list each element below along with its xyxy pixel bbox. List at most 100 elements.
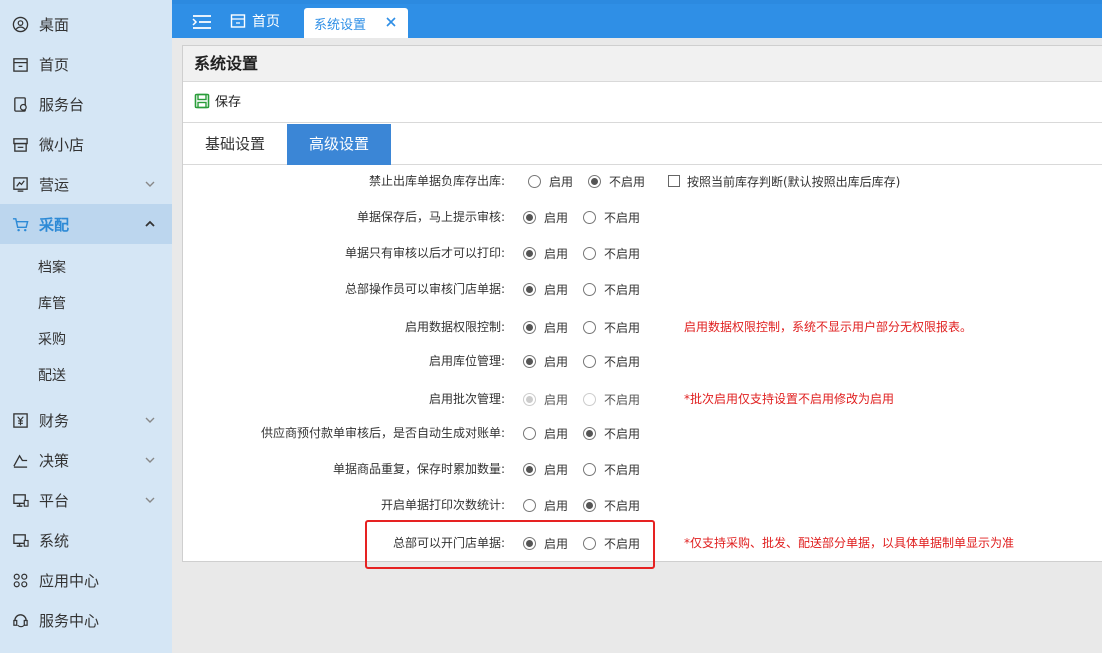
- setting-label: 单据商品重复，保存时累加数量:: [332, 462, 505, 476]
- app-center-icon: [11, 571, 29, 589]
- tab-advanced-settings[interactable]: 高级设置: [287, 124, 391, 165]
- sidebar: 桌面 首页 服务台 微小店 营运 采配 档案 库管 采购 配送 财务 决策 平台…: [0, 0, 172, 653]
- setting-row: 启用库位管理: 启用 不启用: [183, 343, 1102, 379]
- option-label: 不启用: [604, 498, 641, 513]
- chevron-down-icon: [145, 417, 155, 423]
- radio-enable: 启用: [523, 381, 568, 417]
- sidebar-item-service-desk[interactable]: 服务台: [0, 84, 172, 124]
- page-title: 系统设置: [183, 46, 1102, 82]
- radio-enable[interactable]: 启用: [523, 487, 568, 523]
- sidebar-item-system[interactable]: 系统: [0, 520, 172, 560]
- sidebar-item-platform[interactable]: 平台: [0, 480, 172, 520]
- radio-disable[interactable]: 不启用: [588, 163, 645, 199]
- radio-disable[interactable]: 不启用: [583, 451, 640, 487]
- radio-enable[interactable]: 启用: [523, 235, 568, 271]
- radio-disable[interactable]: 不启用: [583, 343, 640, 379]
- tab-basic-settings[interactable]: 基础设置: [183, 124, 287, 165]
- setting-row: 单据保存后，马上提示审核: 启用 不启用: [183, 199, 1102, 235]
- stock-check-checkbox[interactable]: 按照当前库存判断(默认按照出库后库存): [668, 163, 900, 199]
- tab-bar: 首页 系统设置: [172, 4, 1102, 38]
- sidebar-item-operations[interactable]: 营运: [0, 164, 172, 204]
- radio-disable[interactable]: 不启用: [583, 309, 640, 345]
- sidebar-item-desktop[interactable]: 桌面: [0, 4, 172, 44]
- setting-row: 单据商品重复，保存时累加数量: 启用 不启用: [183, 451, 1102, 487]
- tab-home-label: 首页: [252, 14, 280, 30]
- tab-label: 系统设置: [314, 17, 367, 33]
- radio-circle: [583, 210, 596, 224]
- radio-enable[interactable]: 启用: [523, 451, 568, 487]
- sidebar-subitem-archive[interactable]: 档案: [38, 250, 66, 286]
- save-button[interactable]: 保存: [194, 91, 241, 110]
- tab-home[interactable]: 首页: [230, 4, 280, 38]
- close-icon[interactable]: [384, 15, 398, 29]
- radio-disable: 不启用: [583, 381, 640, 417]
- sidebar-item-home[interactable]: 首页: [0, 44, 172, 84]
- chevron-down-icon: [145, 497, 155, 503]
- setting-row: 禁止出库单据负库存出库: 启用 不启用 按照当前库存判断(默认按照出库后库存): [183, 163, 1102, 199]
- menu-toggle-icon[interactable]: [192, 14, 212, 30]
- sidebar-subitem-delivery[interactable]: 配送: [38, 358, 66, 394]
- radio-circle: [523, 320, 536, 334]
- radio-circle: [523, 282, 536, 296]
- option-label: 不启用: [604, 392, 641, 407]
- option-label: 不启用: [604, 246, 641, 261]
- sidebar-item-label: 服务台: [39, 95, 85, 114]
- option-label: 启用: [544, 320, 569, 335]
- sidebar-item-label: 首页: [39, 55, 70, 74]
- setting-row: 启用数据权限控制: 启用 不启用 启用数据权限控制，系统不显示用户部分无权限报表…: [183, 309, 1102, 345]
- sidebar-item-purchasing[interactable]: 采配: [0, 204, 172, 244]
- sidebar-item-label: 营运: [39, 175, 70, 194]
- sidebar-item-label: 采配: [39, 215, 70, 234]
- checkbox-label: 按照当前库存判断(默认按照出库后库存): [687, 174, 901, 189]
- option-label: 启用: [544, 426, 569, 441]
- radio-enable[interactable]: 启用: [523, 415, 568, 451]
- sidebar-item-service-center[interactable]: 服务中心: [0, 600, 172, 640]
- decision-icon: [11, 451, 29, 469]
- option-label: 不启用: [604, 426, 641, 441]
- setting-row: 开启单据打印次数统计: 启用 不启用: [183, 487, 1102, 523]
- chevron-down-icon: [145, 181, 155, 187]
- radio-enable[interactable]: 启用: [528, 163, 573, 199]
- settings-panel: 系统设置 保存 基础设置 高级设置 禁止出库单据负库存出库: 启用 不启用 按照…: [182, 45, 1102, 562]
- sidebar-item-finance[interactable]: 财务: [0, 400, 172, 440]
- radio-disable[interactable]: 不启用: [583, 271, 640, 307]
- radio-enable[interactable]: 启用: [523, 271, 568, 307]
- radio-enable[interactable]: 启用: [523, 199, 568, 235]
- radio-disable[interactable]: 不启用: [583, 235, 640, 271]
- settings-tabs: 基础设置 高级设置: [183, 124, 1102, 165]
- setting-label: 单据保存后，马上提示审核:: [356, 210, 505, 224]
- setting-label: 供应商预付款单审核后，是否自动生成对账单:: [260, 426, 505, 440]
- radio-enable[interactable]: 启用: [523, 343, 568, 379]
- radio-circle: [583, 392, 596, 406]
- radio-circle: [523, 246, 536, 260]
- checkbox-box: [668, 175, 680, 187]
- home-icon: [11, 55, 29, 73]
- radio-enable[interactable]: 启用: [523, 309, 568, 345]
- radio-circle: [523, 498, 536, 512]
- radio-circle: [583, 462, 596, 476]
- sidebar-item-decision[interactable]: 决策: [0, 440, 172, 480]
- radio-disable[interactable]: 不启用: [583, 415, 640, 451]
- radio-disable[interactable]: 不启用: [583, 199, 640, 235]
- sidebar-subitem-inventory[interactable]: 库管: [38, 286, 66, 322]
- option-label: 启用: [549, 174, 574, 189]
- tab-system-settings[interactable]: 系统设置: [304, 8, 408, 38]
- setting-label: 禁止出库单据负库存出库:: [368, 174, 505, 188]
- sidebar-item-app-center[interactable]: 应用中心: [0, 560, 172, 600]
- chevron-up-icon: [145, 220, 155, 227]
- radio-circle: [583, 426, 596, 440]
- sidebar-item-label: 财务: [39, 411, 70, 430]
- option-label: 不启用: [604, 320, 641, 335]
- setting-row: 单据只有审核以后才可以打印: 启用 不启用: [183, 235, 1102, 271]
- save-label: 保存: [215, 95, 242, 110]
- sidebar-item-label: 平台: [39, 491, 70, 510]
- sidebar-item-shop[interactable]: 微小店: [0, 124, 172, 164]
- radio-disable[interactable]: 不启用: [583, 487, 640, 523]
- option-label: 不启用: [604, 462, 641, 477]
- radio-circle: [523, 426, 536, 440]
- system-icon: [11, 531, 29, 549]
- sidebar-item-label: 应用中心: [39, 571, 100, 590]
- radio-circle: [523, 462, 536, 476]
- sidebar-subitem-purchase[interactable]: 采购: [38, 322, 66, 358]
- option-label: 不启用: [609, 174, 646, 189]
